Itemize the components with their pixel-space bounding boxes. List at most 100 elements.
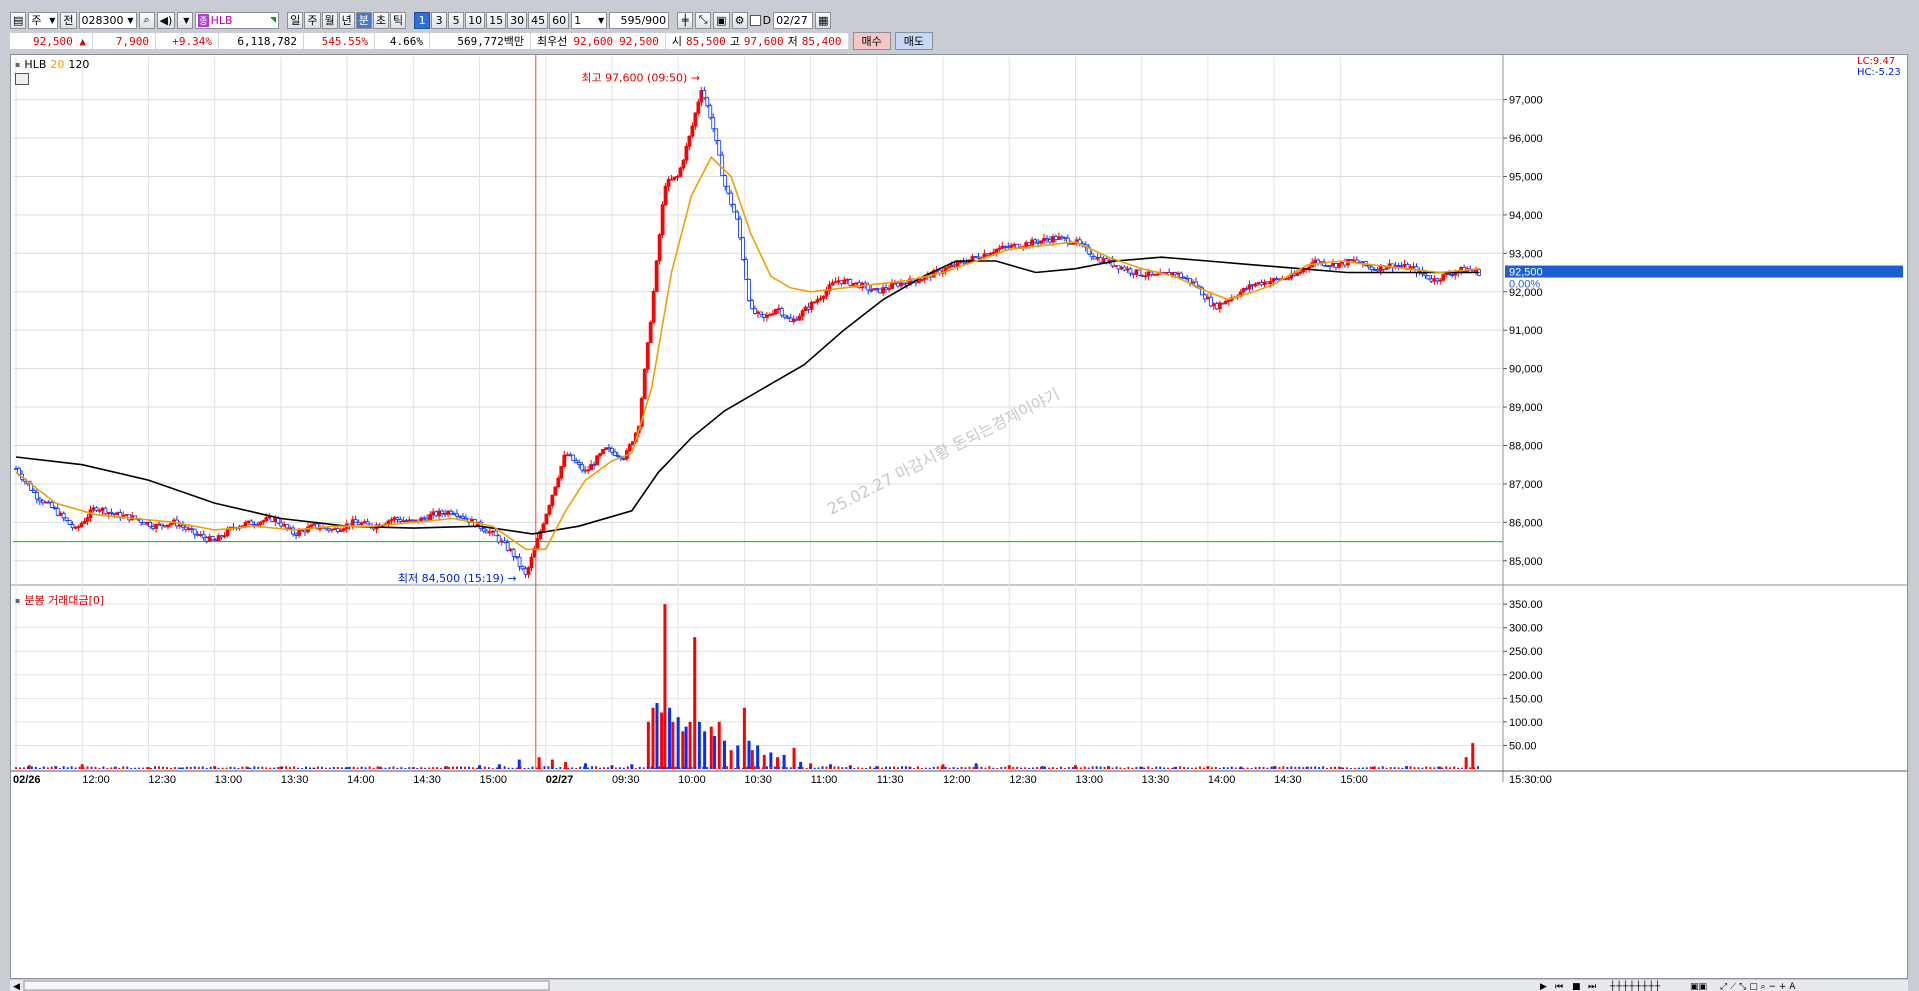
candle-body — [693, 112, 698, 127]
volume-bar — [1238, 767, 1241, 769]
speaker-button[interactable]: ◀) — [156, 11, 176, 29]
stock-name-field[interactable]: 종 HLB — [195, 11, 280, 29]
search-button[interactable]: ⌕ — [138, 11, 155, 29]
low-annotation: 최저 84,500 (15:19) → — [398, 572, 517, 585]
volume-bar — [1417, 767, 1420, 769]
candle-body — [535, 538, 540, 549]
interval-button-0[interactable]: 1 — [414, 11, 431, 29]
candle-body — [1444, 273, 1449, 275]
settings-button[interactable]: ⚙ — [731, 11, 748, 29]
volume-bar — [249, 767, 252, 769]
volume-bar — [471, 767, 474, 769]
volume-bar — [463, 766, 466, 769]
date-field[interactable]: 02/27 — [773, 11, 814, 29]
code-input[interactable]: 028300 ▼ — [78, 11, 137, 29]
volume-bar — [825, 766, 828, 769]
first-page-icon[interactable]: ⏮ — [1555, 982, 1563, 991]
price-tick-label: 90,000 — [1509, 364, 1543, 376]
volume-bar — [74, 767, 77, 769]
buy-button[interactable]: 매수 — [852, 32, 891, 50]
draw-tool-button[interactable]: ⤡ — [695, 11, 712, 29]
interval-button-6[interactable]: 45 — [528, 11, 549, 29]
interval-button-7[interactable]: 60 — [549, 11, 570, 29]
market-select[interactable]: 주 ▼ — [28, 11, 59, 29]
tool-icon-row[interactable]: ⤢ ⟋ ⤡ ▢ ⌕ − + A — [1719, 982, 1796, 991]
save-button[interactable]: ▣ — [713, 11, 730, 29]
volume-bar — [281, 766, 284, 769]
candle-body — [243, 522, 248, 527]
candle-body — [1143, 275, 1148, 278]
last-page-icon[interactable]: ⏭ — [1588, 982, 1596, 991]
candle-body — [353, 519, 358, 523]
candle-body — [332, 528, 337, 531]
candle-body — [714, 128, 719, 142]
scroll-left-icon[interactable]: ◀ — [13, 982, 20, 991]
candle-body — [818, 298, 823, 300]
volume-bar — [575, 767, 578, 769]
candle-body — [1000, 245, 1005, 249]
candle-icon-button[interactable]: ╪ — [677, 11, 694, 29]
volume-bar — [1040, 766, 1043, 769]
period-button-4[interactable]: 분 — [355, 11, 372, 29]
volume-bar — [1270, 766, 1273, 769]
candle-body — [154, 524, 158, 529]
volume-bar — [670, 766, 673, 769]
volume-bar — [1282, 766, 1285, 769]
scroll-thumb[interactable] — [23, 980, 550, 991]
volume-bar — [1433, 767, 1436, 769]
candle-body — [1250, 284, 1255, 287]
candle-body — [812, 301, 817, 304]
volume-bar — [1083, 766, 1086, 769]
interval-button-1[interactable]: 3 — [431, 11, 448, 29]
bottom-scrollbar[interactable]: ◀ ▶ ⏮ ■ ⏭ ┼┼┼┼┼┼┼┼ ▣▣ ⤢ ⟋ ⤡ ▢ ⌕ − + A — [10, 980, 1908, 991]
date-checkbox[interactable] — [749, 14, 761, 26]
candle-body — [490, 530, 495, 533]
volume-bar — [1461, 767, 1464, 769]
candle-body — [139, 519, 144, 523]
volume-bar — [717, 721, 721, 769]
candle-body — [1125, 268, 1130, 271]
chart-canvas[interactable]: 85,000 86,000 87,000 88,000 89,000 90,000 91,0… — [11, 55, 1907, 978]
volume-bar — [1341, 767, 1344, 769]
indicator-grid-icon[interactable] — [15, 73, 29, 85]
period-button-2[interactable]: 월 — [321, 11, 338, 29]
candle-body — [741, 237, 745, 260]
price-tick-label: 87,000 — [1509, 479, 1543, 491]
period-button-0[interactable]: 일 — [287, 11, 304, 29]
candle-body — [991, 252, 996, 254]
interval-button-3[interactable]: 10 — [465, 11, 486, 29]
volume-bar — [1008, 767, 1011, 769]
candle-body — [571, 454, 576, 462]
volume-bar — [889, 766, 892, 769]
dropdown-button[interactable]: ▼ — [177, 11, 194, 29]
volume-bar — [26, 766, 29, 769]
zoom-scale-icon[interactable]: ┼┼┼┼┼┼┼┼ — [1609, 980, 1661, 991]
candle-body — [955, 261, 960, 267]
period-button-1[interactable]: 주 — [304, 11, 321, 29]
stop-icon[interactable]: ■ — [1572, 982, 1581, 991]
interval-button-4[interactable]: 15 — [486, 11, 507, 29]
bar-count-field[interactable]: 595/900 — [609, 11, 670, 29]
sell-button[interactable]: 매도 — [894, 32, 933, 50]
candle-body — [869, 289, 874, 292]
volume-bar — [1274, 766, 1277, 769]
volume-bar — [1163, 767, 1166, 769]
calendar-button[interactable]: ▦ — [815, 11, 832, 29]
period-button-3[interactable]: 년 — [338, 11, 355, 29]
layout-icon[interactable]: ▣▣ — [1690, 982, 1707, 991]
interval-select[interactable]: 1 ▼ — [571, 11, 608, 29]
volume-bar — [257, 766, 260, 769]
interval-button-2[interactable]: 5 — [448, 11, 465, 29]
volume-bar — [42, 766, 45, 769]
scroll-right-icon[interactable]: ▶ — [1540, 982, 1547, 991]
market2-button[interactable]: 전 — [60, 11, 77, 29]
period-button-6[interactable]: 틱 — [390, 11, 407, 29]
period-button-5[interactable]: 초 — [372, 11, 390, 29]
corner-flag-icon — [270, 17, 277, 23]
interval-button-5[interactable]: 30 — [507, 11, 528, 29]
volume-bar — [885, 766, 888, 769]
volume-bar — [1373, 766, 1376, 769]
candle-body — [341, 528, 346, 531]
chart-area[interactable]: 85,000 86,000 87,000 88,000 89,000 90,000 91,0… — [10, 54, 1908, 979]
window-menu-button[interactable]: ▤ — [10, 11, 27, 29]
